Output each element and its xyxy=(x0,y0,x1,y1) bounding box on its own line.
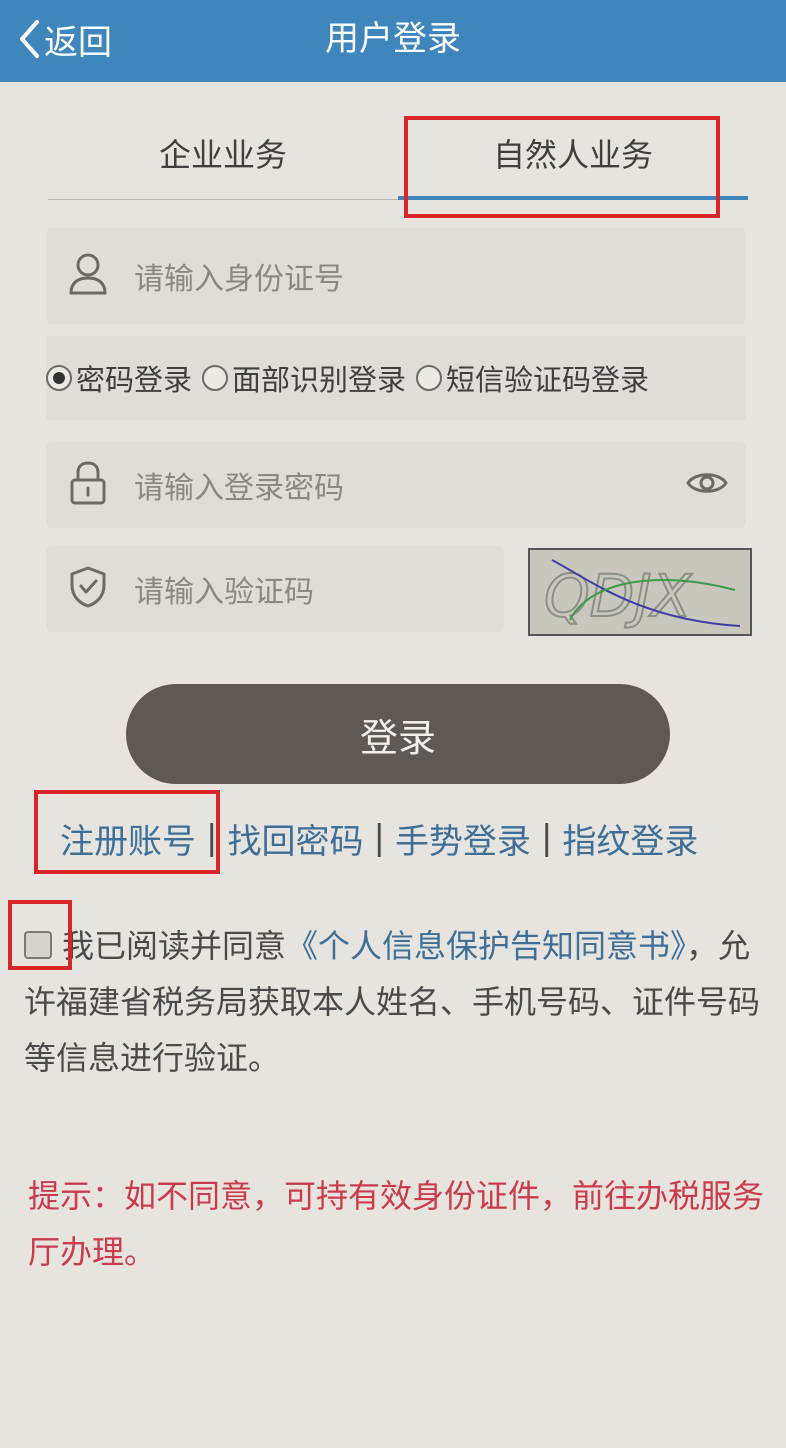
radio-selected-icon xyxy=(46,365,72,391)
password-placeholder: 请输入登录密码 xyxy=(134,471,344,506)
agreement-prefix: 我已阅读并同意 xyxy=(62,927,287,965)
agreement-text: 我已阅读并同意《个人信息保护告知同意书》，允许福建省税务局获取本人姓名、手机号码… xyxy=(24,918,764,1086)
app-header: 返回 用户登录 xyxy=(0,0,786,82)
tab-individual[interactable]: 自然人业务 xyxy=(398,110,748,200)
login-button[interactable]: 登录 xyxy=(126,684,670,784)
radio-label: 短信验证码登录 xyxy=(446,363,650,397)
recover-password-link[interactable]: 找回密码 xyxy=(227,814,363,863)
id-number-field[interactable]: 请输入身份证号 xyxy=(46,228,746,324)
login-mode-selector: 密码登录 面部识别登录 短信验证码登录 xyxy=(46,336,746,420)
privacy-notice-link[interactable]: 《个人信息保护告知同意书》 xyxy=(286,927,686,965)
link-separator: | xyxy=(373,818,385,858)
radio-unselected-icon xyxy=(416,365,443,391)
password-field[interactable]: 请输入登录密码 xyxy=(46,442,746,528)
radio-label: 密码登录 xyxy=(76,363,193,397)
eye-icon[interactable] xyxy=(686,469,728,501)
radio-password-login[interactable]: 密码登录 xyxy=(46,357,192,399)
user-icon xyxy=(68,252,108,300)
lock-icon xyxy=(68,460,108,510)
business-tabs: 企业业务 自然人业务 xyxy=(48,110,748,200)
captcha-image[interactable]: QDJX xyxy=(528,548,752,636)
radio-sms-login[interactable]: 短信验证码登录 xyxy=(416,357,649,399)
link-separator: | xyxy=(206,818,218,858)
tab-individual-label: 自然人业务 xyxy=(492,136,653,174)
id-number-placeholder: 请输入身份证号 xyxy=(134,262,344,297)
register-link[interactable]: 注册账号 xyxy=(60,814,196,863)
link-separator: | xyxy=(540,818,553,858)
active-tab-indicator xyxy=(398,196,748,200)
page-title: 用户登录 xyxy=(325,19,461,59)
captcha-placeholder: 请输入验证码 xyxy=(134,575,314,610)
agree-checkbox[interactable] xyxy=(24,931,52,959)
account-links: 注册账号 | 找回密码 | 手势登录 | 指纹登录 xyxy=(60,808,698,868)
radio-label: 面部识别登录 xyxy=(232,363,407,397)
gesture-login-link[interactable]: 手势登录 xyxy=(395,814,531,863)
hint-text: 提示：如不同意，可持有效身份证件，前往办税服务厅办理。 xyxy=(28,1177,765,1271)
shield-icon xyxy=(68,565,108,613)
radio-unselected-icon xyxy=(202,365,229,391)
radio-face-login[interactable]: 面部识别登录 xyxy=(202,357,406,399)
tab-enterprise[interactable]: 企业业务 xyxy=(48,110,398,200)
captcha-field[interactable]: 请输入验证码 xyxy=(46,546,504,632)
fingerprint-login-link[interactable]: 指纹登录 xyxy=(562,814,698,863)
